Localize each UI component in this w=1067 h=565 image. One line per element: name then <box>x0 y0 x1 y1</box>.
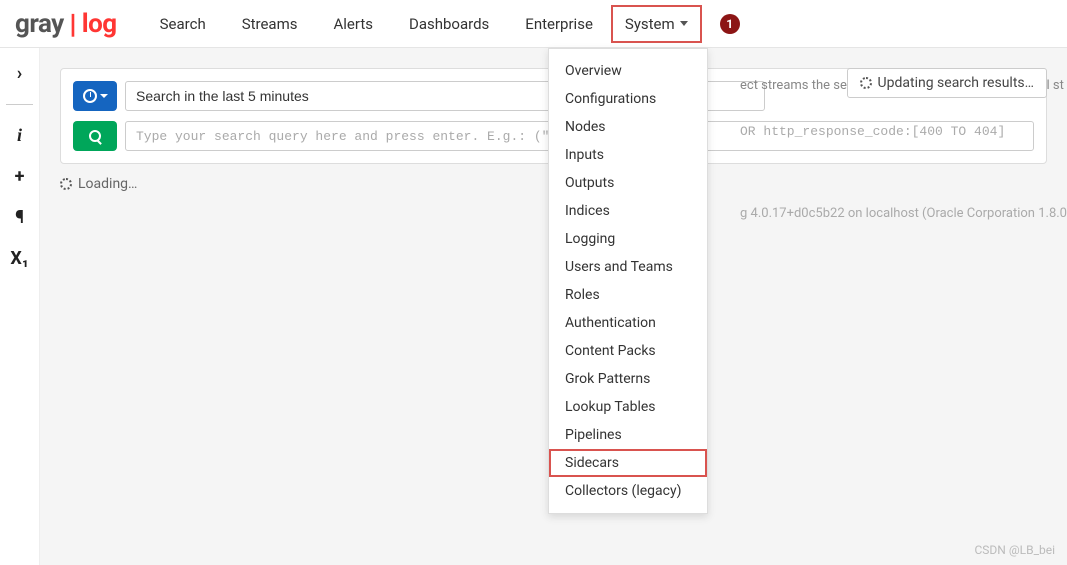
updating-label: Updating search results… <box>878 75 1034 91</box>
left-sidebar: › i + ¶ X₁ <box>0 48 40 565</box>
logo-text-2: log <box>82 9 117 39</box>
info-icon[interactable]: i <box>17 125 22 146</box>
nav-search[interactable]: Search <box>142 3 224 45</box>
nav-alerts[interactable]: Alerts <box>316 3 392 45</box>
top-nav: gray❘log Search Streams Alerts Dashboard… <box>0 0 1067 48</box>
clock-icon <box>83 89 97 103</box>
pilcrow-icon[interactable]: ¶ <box>15 207 24 228</box>
system-menu-configurations[interactable]: Configurations <box>549 85 707 113</box>
system-menu-sidecars[interactable]: Sidecars <box>549 449 707 477</box>
query-hint-or: OR http_response_code:[400 TO 404] <box>740 124 1005 139</box>
system-menu-lookup-tables[interactable]: Lookup Tables <box>549 393 707 421</box>
nav-items: Search Streams Alerts Dashboards Enterpr… <box>142 3 740 45</box>
system-menu-inputs[interactable]: Inputs <box>549 141 707 169</box>
system-menu-outputs[interactable]: Outputs <box>549 169 707 197</box>
system-menu-indices[interactable]: Indices <box>549 197 707 225</box>
nav-system[interactable]: System <box>611 5 702 43</box>
system-menu-nodes[interactable]: Nodes <box>549 113 707 141</box>
logo-text-1: gray <box>15 9 64 39</box>
system-menu-pipelines[interactable]: Pipelines <box>549 421 707 449</box>
nav-enterprise[interactable]: Enterprise <box>507 3 611 45</box>
chevron-down-icon <box>100 94 108 98</box>
xsub-icon[interactable]: X₁ <box>10 248 28 269</box>
watermark: CSDN @LB_bei <box>975 543 1056 557</box>
expand-icon[interactable]: › <box>17 63 22 84</box>
notification-badge[interactable]: 1 <box>720 14 740 34</box>
system-menu-overview[interactable]: Overview <box>549 57 707 85</box>
nav-system-label: System <box>625 15 675 33</box>
logo-separator: ❘ <box>64 12 82 37</box>
spinner-icon <box>860 77 872 89</box>
sidebar-divider <box>6 104 33 105</box>
system-menu-roles[interactable]: Roles <box>549 281 707 309</box>
time-range-button[interactable] <box>73 81 117 111</box>
chevron-down-icon <box>680 21 688 26</box>
version-line: g 4.0.17+d0c5b22 on localhost (Oracle Co… <box>740 206 1067 221</box>
nav-streams[interactable]: Streams <box>224 3 316 45</box>
system-menu-collectors-legacy-[interactable]: Collectors (legacy) <box>549 477 707 505</box>
plus-icon[interactable]: + <box>15 166 25 187</box>
system-menu-users-and-teams[interactable]: Users and Teams <box>549 253 707 281</box>
loading-label: Loading… <box>78 176 137 192</box>
updating-notice: Updating search results… <box>847 68 1047 98</box>
search-icon <box>89 130 101 142</box>
system-dropdown: OverviewConfigurationsNodesInputsOutputs… <box>548 48 708 514</box>
nav-dashboards[interactable]: Dashboards <box>391 3 507 45</box>
system-menu-content-packs[interactable]: Content Packs <box>549 337 707 365</box>
search-button[interactable] <box>73 121 117 151</box>
spinner-icon <box>60 178 72 190</box>
system-menu-authentication[interactable]: Authentication <box>549 309 707 337</box>
system-menu-grok-patterns[interactable]: Grok Patterns <box>549 365 707 393</box>
system-menu-logging[interactable]: Logging <box>549 225 707 253</box>
logo: gray❘log <box>15 9 117 39</box>
